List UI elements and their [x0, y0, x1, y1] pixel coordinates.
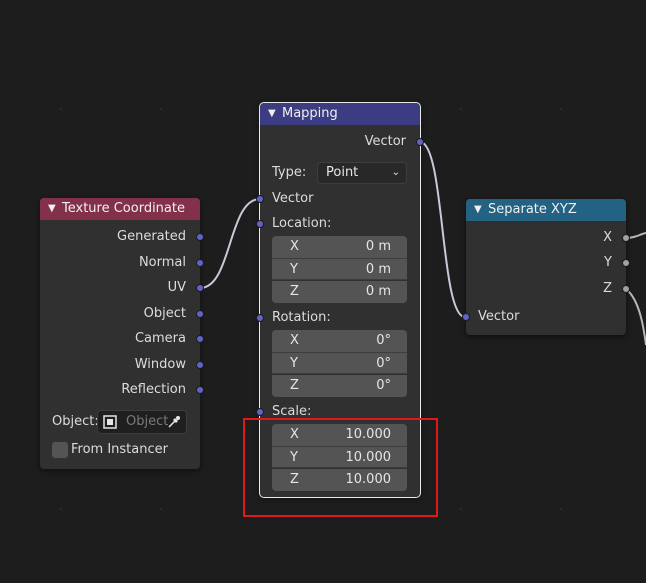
- node-editor-canvas[interactable]: ▼ Texture Coordinate Generated Normal UV …: [0, 0, 646, 583]
- field-value: 0 m: [365, 284, 391, 299]
- output-y-label: Y: [604, 255, 612, 270]
- axis-label: Z: [290, 378, 299, 393]
- axis-label: Y: [290, 262, 298, 277]
- texture-coordinate-header[interactable]: ▼ Texture Coordinate: [40, 198, 200, 220]
- texture-coordinate-node[interactable]: ▼ Texture Coordinate Generated Normal UV …: [40, 198, 204, 469]
- socket-uv[interactable]: [196, 284, 204, 292]
- socket-normal[interactable]: [196, 259, 204, 267]
- output-vector-label: Vector: [364, 134, 406, 149]
- socket-y[interactable]: [622, 259, 630, 267]
- type-value: Point: [326, 165, 359, 180]
- chevron-down-icon[interactable]: ▼: [474, 199, 488, 221]
- socket-scale[interactable]: [256, 408, 264, 416]
- separate-xyz-node[interactable]: ▼ Separate XYZ X Y Z Vector: [462, 199, 630, 335]
- node-title: Texture Coordinate: [62, 201, 185, 216]
- socket-z[interactable]: [622, 285, 630, 293]
- socket-generated[interactable]: [196, 233, 204, 241]
- input-vector-label: Vector: [272, 191, 314, 206]
- socket-vector-input[interactable]: [256, 195, 264, 203]
- output-camera-label: Camera: [134, 331, 186, 346]
- location-x-field[interactable]: X 0 m: [272, 236, 407, 258]
- object-picker-field[interactable]: Object: [97, 410, 187, 434]
- socket-rotation[interactable]: [256, 314, 264, 322]
- axis-label: Y: [290, 356, 298, 371]
- location-label: Location:: [272, 216, 332, 231]
- axis-label: X: [290, 239, 299, 254]
- node-title: Separate XYZ: [488, 202, 577, 217]
- location-z-field[interactable]: Z 0 m: [272, 281, 407, 303]
- link-vector-to-separate[interactable]: [419, 141, 466, 318]
- output-window-label: Window: [134, 357, 186, 372]
- socket-vector-output[interactable]: [416, 138, 424, 146]
- from-instancer-checkbox[interactable]: [52, 442, 68, 458]
- output-x-label: X: [603, 230, 612, 245]
- object-cube-icon: [103, 415, 117, 429]
- output-normal-label: Normal: [138, 255, 186, 270]
- socket-camera[interactable]: [196, 335, 204, 343]
- socket-x[interactable]: [622, 234, 630, 242]
- from-instancer-label: From Instancer: [71, 442, 168, 457]
- socket-object[interactable]: [196, 310, 204, 318]
- axis-label: X: [290, 333, 299, 348]
- dropdown-arrow-icon: ⌄: [391, 167, 400, 178]
- field-value: 0 m: [365, 262, 391, 277]
- output-generated-label: Generated: [117, 229, 186, 244]
- chevron-down-icon[interactable]: ▼: [48, 198, 62, 220]
- link-z-out[interactable]: [625, 288, 646, 346]
- rotation-x-field[interactable]: X 0°: [272, 330, 407, 352]
- socket-window[interactable]: [196, 361, 204, 369]
- scale-highlight-box: [243, 418, 438, 517]
- socket-reflection[interactable]: [196, 386, 204, 394]
- socket-vector-input[interactable]: [462, 313, 470, 321]
- object-placeholder: Object: [126, 414, 169, 429]
- separate-xyz-header[interactable]: ▼ Separate XYZ: [466, 199, 626, 221]
- output-z-label: Z: [603, 281, 612, 296]
- axis-label: Z: [290, 284, 299, 299]
- node-title: Mapping: [282, 106, 338, 121]
- field-value: 0 m: [365, 239, 391, 254]
- type-dropdown[interactable]: Point ⌄: [317, 162, 407, 184]
- field-value: 0°: [376, 356, 391, 371]
- output-object-label: Object: [143, 306, 186, 321]
- link-uv-to-vector[interactable]: [199, 198, 261, 289]
- mapping-header[interactable]: ▼ Mapping: [260, 103, 420, 125]
- input-vector-label: Vector: [478, 309, 520, 324]
- rotation-label: Rotation:: [272, 310, 331, 325]
- field-value: 0°: [376, 333, 391, 348]
- chevron-down-icon[interactable]: ▼: [268, 103, 282, 125]
- location-y-field[interactable]: Y 0 m: [272, 258, 407, 280]
- socket-location[interactable]: [256, 220, 264, 228]
- output-uv-label: UV: [167, 280, 186, 295]
- rotation-z-field[interactable]: Z 0°: [272, 375, 407, 397]
- output-reflection-label: Reflection: [121, 382, 186, 397]
- object-field-label: Object:: [52, 414, 99, 429]
- eyedropper-icon[interactable]: [167, 415, 181, 429]
- field-value: 0°: [376, 378, 391, 393]
- rotation-y-field[interactable]: Y 0°: [272, 352, 407, 374]
- type-label: Type:: [272, 165, 307, 180]
